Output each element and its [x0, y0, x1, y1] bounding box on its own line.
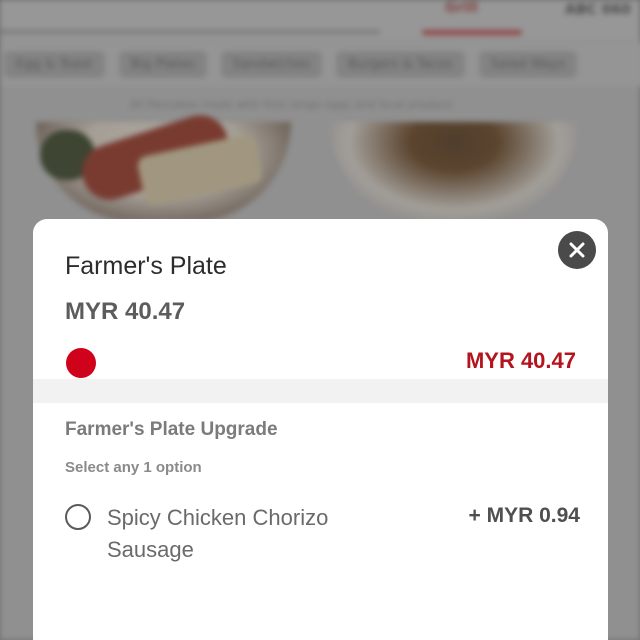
- option-group-title: Farmer's Plate Upgrade: [65, 419, 278, 440]
- product-title: Farmer's Plate: [65, 252, 227, 280]
- veg-indicator-icon: [66, 348, 96, 378]
- close-icon: [569, 242, 585, 258]
- product-price: MYR 40.47: [65, 298, 186, 325]
- option-price: + MYR 0.94: [468, 504, 580, 527]
- radio-button[interactable]: [65, 504, 91, 530]
- close-button[interactable]: [558, 231, 596, 269]
- product-modal: Farmer's Plate MYR 40.47 MYR 40.47 Farme…: [33, 219, 608, 640]
- option-group-hint: Select any 1 option: [65, 459, 202, 476]
- screen: Grill ABC 060 Egg & Toast Big Plates San…: [0, 0, 640, 640]
- total-price: MYR 40.47: [465, 348, 576, 373]
- section-divider: [33, 379, 608, 403]
- option-label: Spicy Chicken Chorizo Sausage: [107, 505, 329, 562]
- option-row[interactable]: Spicy Chicken Chorizo Sausage + MYR 0.94: [65, 502, 580, 572]
